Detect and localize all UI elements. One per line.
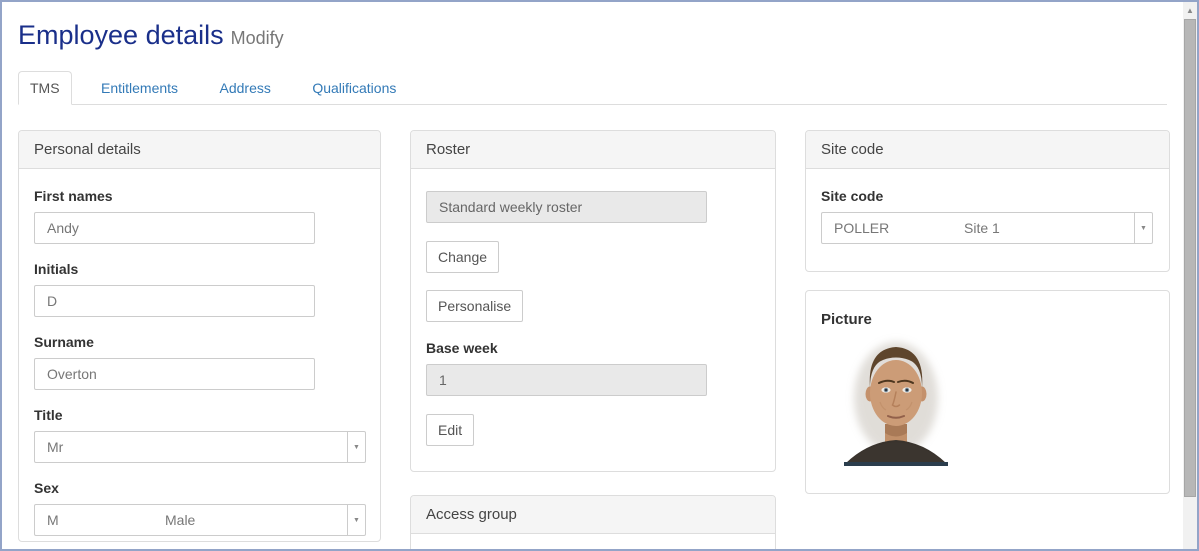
site-code-select-arrow-box[interactable]: ▼ bbox=[1134, 213, 1152, 243]
page-title: Employee details Modify bbox=[18, 20, 284, 51]
page-mode-label: Modify bbox=[230, 28, 284, 48]
picture-label: Picture bbox=[821, 311, 872, 328]
title-select[interactable]: Mr ▼ bbox=[34, 431, 366, 463]
site-code-panel: Site code Site code POLLER Site 1 ▼ bbox=[805, 130, 1170, 272]
personalise-button[interactable]: Personalise bbox=[426, 290, 524, 322]
roster-name-input bbox=[426, 191, 707, 223]
site-code-header: Site code bbox=[806, 131, 1169, 169]
base-week-label: Base week bbox=[426, 340, 498, 356]
base-week-input bbox=[426, 364, 707, 396]
title-select-value: Mr bbox=[47, 439, 64, 455]
surname-label: Surname bbox=[34, 334, 94, 350]
employee-photo bbox=[840, 332, 952, 468]
employee-details-window: Employee details Modify TMS Entitlements … bbox=[0, 0, 1199, 551]
sex-select-code: M bbox=[47, 512, 59, 528]
scrollbar-up-button[interactable]: ▲ bbox=[1183, 2, 1197, 18]
roster-header: Roster bbox=[411, 131, 775, 169]
chevron-down-icon: ▼ bbox=[1140, 224, 1147, 232]
roster-panel: Roster Change Personalise Base week Edit bbox=[410, 130, 776, 472]
picture-panel: Picture bbox=[805, 290, 1170, 494]
tab-entitlements[interactable]: Entitlements bbox=[89, 71, 190, 105]
title-label: Title bbox=[34, 407, 63, 423]
site-code-label: Site code bbox=[821, 188, 884, 204]
tab-address[interactable]: Address bbox=[208, 71, 283, 105]
chevron-down-icon: ▼ bbox=[353, 516, 360, 524]
personal-details-header: Personal details bbox=[19, 131, 380, 169]
initials-input[interactable] bbox=[34, 285, 315, 317]
page-title-text: Employee details bbox=[18, 20, 224, 50]
sex-select[interactable]: M Male ▼ bbox=[34, 504, 366, 536]
personal-details-panel: Personal details First names Initials Su… bbox=[18, 130, 381, 542]
scroll-up-icon: ▲ bbox=[1186, 5, 1194, 15]
sex-label: Sex bbox=[34, 480, 59, 496]
sex-select-arrow-box[interactable]: ▼ bbox=[347, 505, 365, 535]
first-names-label: First names bbox=[34, 188, 113, 204]
tab-tms[interactable]: TMS bbox=[18, 71, 72, 105]
initials-label: Initials bbox=[34, 261, 79, 277]
access-group-panel: Access group bbox=[410, 495, 776, 549]
first-names-input[interactable] bbox=[34, 212, 315, 244]
tab-qualifications[interactable]: Qualifications bbox=[300, 71, 408, 105]
surname-input[interactable] bbox=[34, 358, 315, 390]
sex-select-description: Male bbox=[165, 512, 196, 528]
scrollbar-thumb[interactable] bbox=[1184, 19, 1196, 497]
access-group-header: Access group bbox=[411, 496, 775, 534]
edit-button[interactable]: Edit bbox=[426, 414, 475, 446]
site-code-select-description: Site 1 bbox=[964, 220, 1000, 236]
site-code-select-code: POLLER bbox=[834, 220, 890, 236]
chevron-down-icon: ▼ bbox=[353, 443, 360, 451]
vertical-scrollbar[interactable]: ▲ bbox=[1183, 2, 1197, 549]
title-select-arrow-box[interactable]: ▼ bbox=[347, 432, 365, 462]
tab-bar: TMS Entitlements Address Qualifications bbox=[18, 71, 1167, 105]
site-code-select[interactable]: POLLER Site 1 ▼ bbox=[821, 212, 1153, 244]
change-button[interactable]: Change bbox=[426, 241, 500, 273]
